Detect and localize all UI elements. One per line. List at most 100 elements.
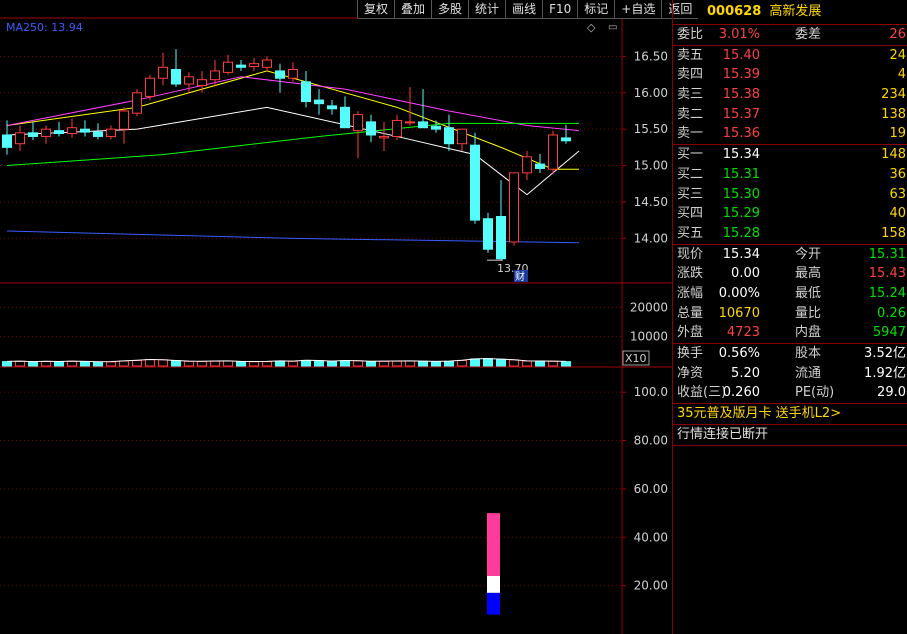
stat-label: 内盘 — [795, 325, 822, 341]
stat-label: 最高 — [795, 266, 822, 282]
ask-label: 卖三 — [677, 87, 704, 103]
ask-row[interactable]: 卖二 15.37 138 — [673, 105, 907, 125]
volume-bar — [431, 361, 441, 367]
candle-body — [470, 144, 480, 221]
diamond-icon[interactable]: ◇ — [587, 21, 595, 34]
ma250-label: MA250: 13.94 — [6, 21, 83, 34]
price-axis-label: 15.50 — [634, 122, 668, 136]
volume-bar — [236, 361, 246, 367]
volume-bar — [548, 360, 558, 367]
volume-bar — [392, 360, 402, 367]
bid-price: 15.31 — [722, 166, 760, 182]
ask-row[interactable]: 卖四 15.39 4 — [673, 65, 907, 85]
bid-label: 买二 — [677, 166, 704, 182]
bid-row[interactable]: 买四 15.29 40 — [673, 204, 907, 224]
volume-bar — [340, 360, 350, 367]
bid-row[interactable]: 买一 15.34 148 — [673, 145, 907, 165]
volume-bar — [327, 360, 337, 367]
volume-bar — [54, 361, 64, 367]
candle-body — [171, 68, 181, 85]
stat-value: 0.260 — [722, 385, 760, 401]
bid-label: 买四 — [677, 206, 704, 222]
draw-line-button[interactable]: 画线 — [505, 0, 543, 19]
fundamental-stats: 换手 0.56% 股本 3.52亿 净资 5.20 流通 1.92亿 收益(三) 0.260 P… — [673, 344, 907, 405]
candle-body — [132, 92, 142, 114]
stat-value: 0.56% — [718, 346, 760, 361]
weicha-label: 委差 — [795, 27, 822, 42]
indicator-axis-label: 20.00 — [634, 579, 668, 593]
candle-body — [210, 70, 220, 81]
volume-bar — [15, 360, 25, 367]
stat-row: 总量 10670 量比 0.26 — [673, 304, 907, 324]
stat-label: 量比 — [795, 305, 822, 321]
finance-marker-label: 财 — [515, 270, 525, 283]
weibi-label: 委比 — [677, 27, 704, 42]
f10-button[interactable]: F10 — [542, 0, 578, 19]
stat-value: 0.26 — [877, 305, 906, 321]
volume-axis-label: 20000 — [630, 300, 668, 314]
ask-price: 15.36 — [722, 126, 760, 142]
stat-label: 收益(三) — [677, 385, 727, 401]
multi-stock-button[interactable]: 多股 — [431, 0, 469, 19]
price-axis-label: 16.50 — [634, 49, 668, 63]
stock-title: 000628 高新发展 — [673, 0, 907, 25]
stat-row: 涨幅 0.00% 最低 15.24 — [673, 284, 907, 304]
stat-label: 现价 — [677, 246, 704, 262]
window-icon[interactable]: ▭ — [608, 22, 617, 33]
candle-body — [67, 127, 77, 135]
candle-body — [483, 218, 493, 250]
volume-bar — [405, 360, 415, 367]
volume-bar — [314, 360, 324, 367]
volume-bar — [223, 360, 233, 367]
stat-value: 10670 — [718, 305, 760, 321]
statistics-button[interactable]: 统计 — [468, 0, 506, 19]
volume-bar — [535, 360, 545, 367]
bid-label: 买一 — [677, 147, 704, 163]
volume-bar — [41, 360, 51, 367]
overlay-button[interactable]: 叠加 — [394, 0, 432, 19]
add-watchlist-button[interactable]: +自选 — [614, 0, 662, 19]
stat-value: 4723 — [726, 325, 760, 341]
kline-chart-area[interactable]: 16.50 16.00 15.50 15.00 14.50 14.00 13.70 财 2000… — [0, 0, 699, 634]
candle-body — [106, 128, 116, 137]
stat-value: 1.92亿 — [864, 365, 906, 381]
fuquan-button[interactable]: 复权 — [357, 0, 395, 19]
indicator-axis-label: 40.00 — [634, 530, 668, 544]
promo-link[interactable]: 35元普及版月卡 送手机L2> — [673, 404, 907, 426]
candle-body — [15, 132, 25, 145]
ask-row[interactable]: 卖五 15.40 24 — [673, 46, 907, 66]
bid-volume: 148 — [881, 147, 906, 163]
stat-label: 换手 — [677, 346, 704, 361]
kline-chart[interactable]: 16.5016.0015.5015.0014.5014.0013.70财2000… — [0, 0, 672, 634]
moving-average-ma250 — [6, 230, 580, 244]
ask-price: 15.38 — [722, 87, 760, 103]
indicator-axis-label: 60.00 — [634, 482, 668, 496]
candle-body — [522, 156, 532, 174]
stat-label: 外盘 — [677, 325, 704, 341]
stat-label: 涨幅 — [677, 285, 704, 301]
volume-bar — [522, 360, 532, 367]
ask-row[interactable]: 卖一 15.36 19 — [673, 124, 907, 144]
stat-value: 5947 — [872, 325, 906, 341]
bid-row[interactable]: 买五 15.28 158 — [673, 224, 907, 244]
bid-volume: 36 — [889, 166, 906, 182]
ask-row[interactable]: 卖三 15.38 234 — [673, 85, 907, 105]
candle-body — [93, 131, 103, 137]
candle-body — [223, 61, 233, 73]
candle-body — [314, 99, 324, 105]
volume-bar — [132, 359, 142, 367]
stat-label: PE(动) — [795, 385, 835, 401]
candle-body — [457, 128, 467, 145]
bid-row[interactable]: 买三 15.30 63 — [673, 185, 907, 205]
ask-volume: 24 — [889, 47, 906, 63]
bid-price: 15.29 — [722, 206, 760, 222]
candle-body — [327, 105, 337, 110]
volume-bar — [2, 361, 12, 367]
candle-body — [54, 130, 64, 135]
stat-value: 3.52亿 — [864, 346, 906, 361]
ask-label: 卖五 — [677, 47, 704, 63]
candle-body — [444, 127, 454, 145]
mark-button[interactable]: 标记 — [577, 0, 615, 19]
bid-row[interactable]: 买二 15.31 36 — [673, 165, 907, 185]
stat-label: 最低 — [795, 285, 822, 301]
